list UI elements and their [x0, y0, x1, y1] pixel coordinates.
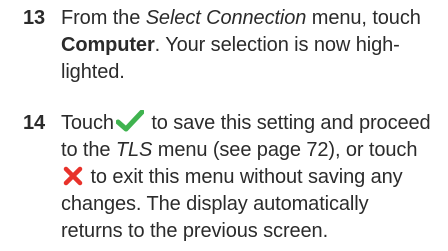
menu-name-select-connection: Select Connection [145, 7, 307, 29]
x-icon [63, 166, 83, 186]
text-line: Computer. Your selection is now high- [61, 32, 446, 59]
text-run: Touch [61, 112, 114, 134]
text-line: From the Select Connection menu, touch [61, 5, 446, 32]
text-run: From the [61, 7, 146, 29]
menu-name-tls: TLS [115, 139, 153, 161]
option-computer: Computer [61, 34, 155, 56]
text-run: menu, [306, 7, 367, 29]
step-number: 14 [23, 112, 46, 134]
text-run: touch [366, 7, 421, 29]
text-run: to save this setting and proceed [145, 112, 431, 134]
text-line: to exit this menu without saving any [61, 164, 446, 191]
text-run: . Your selection is now high- [154, 34, 400, 56]
manual-page: { "steps": [ { "number": "13", "line1": … [0, 0, 448, 251]
text-line: returns to the previous screen. [61, 220, 329, 242]
text-run: to the [61, 139, 116, 161]
step-text: Touch to save this setting and proceed t… [61, 110, 446, 245]
text-run: to exit this menu without saving any [85, 166, 403, 188]
text-line: changes. The display automatically [61, 193, 369, 215]
checkmark-icon [115, 110, 144, 132]
step-number: 13 [23, 7, 46, 29]
text-run: menu (see page 72), or touch [152, 139, 418, 161]
text-line: lighted. [61, 61, 125, 83]
text-line: Touch to save this setting and proceed [61, 110, 446, 137]
step-text: From the Select Connection menu, touch C… [61, 5, 446, 86]
text-line: to the TLS menu (see page 72), or touch [61, 137, 446, 164]
